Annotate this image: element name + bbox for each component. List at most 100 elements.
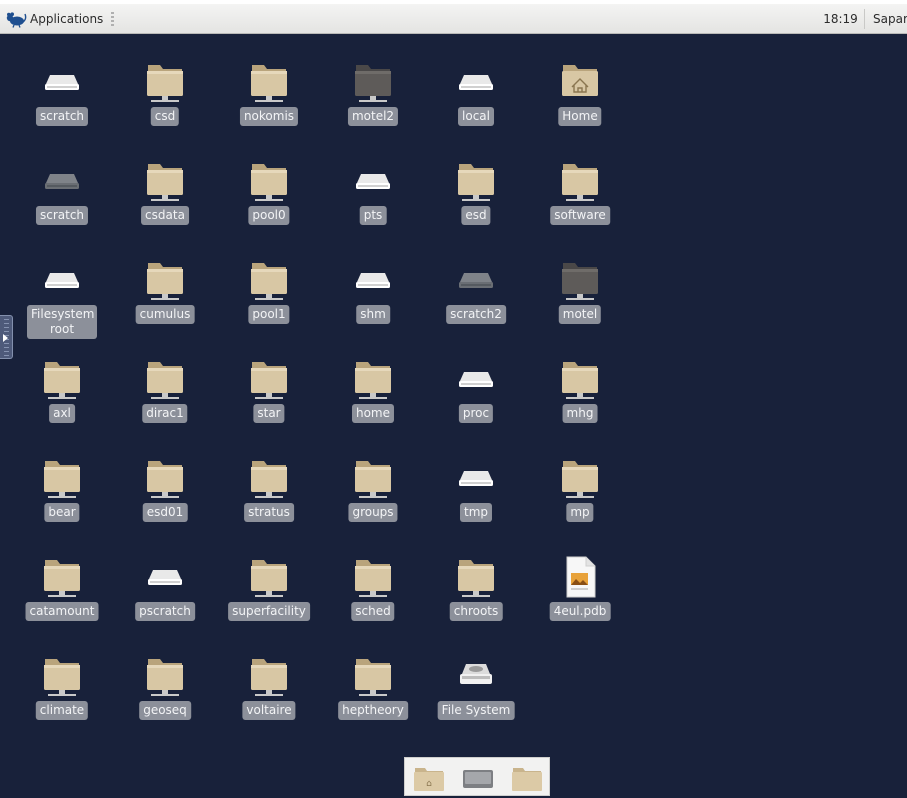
desktop-icon-label: pool0: [248, 206, 290, 225]
desktop-icon[interactable]: nokomis: [219, 60, 319, 155]
folder-icon: [40, 456, 84, 500]
desktop-icon-label: software: [550, 206, 610, 225]
panel-clock[interactable]: 18:19: [817, 9, 865, 29]
desktop-icon-label: cumulus: [135, 305, 195, 324]
folder-icon: [558, 456, 602, 500]
desktop-icon[interactable]: catamount: [12, 555, 112, 650]
desktop-icon[interactable]: proc: [426, 357, 526, 452]
desktop-icon[interactable]: axl: [12, 357, 112, 452]
applications-label: Applications: [30, 12, 104, 26]
image-file-icon: [558, 555, 602, 599]
folder-icon: [247, 456, 291, 500]
desktop-icon[interactable]: star: [219, 357, 319, 452]
expand-arrow-icon: [3, 334, 8, 342]
folder-icon: [143, 654, 187, 698]
desktop-icon-label: voltaire: [242, 701, 296, 720]
desktop-icon[interactable]: File System: [426, 654, 526, 749]
home-folder-icon: [558, 60, 602, 104]
folder-icon: [558, 357, 602, 401]
desktop-icon[interactable]: shm: [323, 258, 423, 353]
desktop-icon[interactable]: local: [426, 60, 526, 155]
folder-icon: [247, 654, 291, 698]
drive-icon: [143, 555, 187, 599]
desktop-icon-label: motel2: [347, 107, 399, 126]
desktop-icon-label: esd: [461, 206, 491, 225]
folder-icon: [512, 768, 542, 791]
desktop-icon[interactable]: scratch: [12, 60, 112, 155]
folder-icon: [351, 357, 395, 401]
desktop-icon-label: mhg: [562, 404, 598, 423]
desktop-icon[interactable]: esd01: [115, 456, 215, 551]
desktop-icon[interactable]: pscratch: [115, 555, 215, 650]
desktop-icon[interactable]: bear: [12, 456, 112, 551]
desktop-icon-label: groups: [348, 503, 398, 522]
desktop-icon-label: Filesystem root: [27, 305, 97, 339]
desktop-icon[interactable]: scratch: [12, 159, 112, 254]
dock-home-folder-button[interactable]: ⌂: [409, 762, 449, 794]
desktop-icon[interactable]: csd: [115, 60, 215, 155]
folder-icon: [143, 357, 187, 401]
desktop-icon[interactable]: esd: [426, 159, 526, 254]
desktop-icon[interactable]: groups: [323, 456, 423, 551]
desktop-icon[interactable]: dirac1: [115, 357, 215, 452]
desktop-icon-label: csd: [150, 107, 180, 126]
desktop-icon-label: axl: [49, 404, 75, 423]
desktop-icon[interactable]: scratch2: [426, 258, 526, 353]
desktop-icon[interactable]: Filesystem root: [12, 258, 112, 353]
dock-folder-button[interactable]: [507, 762, 547, 794]
desktop-icon[interactable]: 4eul.pdb: [530, 555, 630, 650]
desktop-icon[interactable]: chroots: [426, 555, 526, 650]
desktop-icon[interactable]: software: [530, 159, 630, 254]
desktop-icon-label: motel: [558, 305, 602, 324]
desktop-icon[interactable]: stratus: [219, 456, 319, 551]
drive-icon: [40, 258, 84, 302]
panel-user-menu[interactable]: Sapar: [873, 9, 907, 29]
folder-icon: [351, 654, 395, 698]
desktop-icon-label: pool1: [248, 305, 290, 324]
drive-icon: [351, 258, 395, 302]
desktop-icon[interactable]: pts: [323, 159, 423, 254]
desktop-icon[interactable]: heptheory: [323, 654, 423, 749]
desktop-icon[interactable]: pool0: [219, 159, 319, 254]
desktop-icon[interactable]: superfacility: [219, 555, 319, 650]
desktop-icon-label: local: [458, 107, 494, 126]
folder-icon: [40, 555, 84, 599]
applications-menu-button[interactable]: Applications: [5, 9, 103, 29]
desktop-icon[interactable]: geoseq: [115, 654, 215, 749]
dock-filesystem-button[interactable]: [458, 762, 498, 794]
desktop-icon[interactable]: pool1: [219, 258, 319, 353]
side-panel-handle[interactable]: [0, 315, 13, 359]
desktop-icon-label: 4eul.pdb: [549, 602, 611, 621]
folder-icon: [247, 159, 291, 203]
drive-icon: [454, 456, 498, 500]
drive-icon: [454, 258, 498, 302]
folder-icon: [143, 60, 187, 104]
desktop-icon[interactable]: mp: [530, 456, 630, 551]
top-panel: Applications 18:19 Sapar: [0, 4, 907, 34]
desktop-icon[interactable]: cumulus: [115, 258, 215, 353]
folder-icon: [40, 654, 84, 698]
desktop-icon[interactable]: voltaire: [219, 654, 319, 749]
desktop-icon[interactable]: climate: [12, 654, 112, 749]
folder-icon: [351, 555, 395, 599]
folder-icon: [143, 456, 187, 500]
folder-icon: [143, 159, 187, 203]
panel-separator: [111, 12, 114, 26]
desktop-icon-label: catamount: [25, 602, 99, 621]
desktop-icon[interactable]: csdata: [115, 159, 215, 254]
desktop-icon[interactable]: home: [323, 357, 423, 452]
desktop-icon-label: proc: [458, 404, 494, 423]
desktop-icon-label: Home: [558, 107, 602, 126]
desktop-icon-label: climate: [35, 701, 89, 720]
folder-icon: [351, 456, 395, 500]
desktop-icon[interactable]: Home: [530, 60, 630, 155]
desktop-icon[interactable]: motel: [530, 258, 630, 353]
desktop-icon[interactable]: sched: [323, 555, 423, 650]
folder-icon: [247, 258, 291, 302]
desktop-icon[interactable]: mhg: [530, 357, 630, 452]
desktop-icon[interactable]: tmp: [426, 456, 526, 551]
desktop-icon-label: star: [253, 404, 285, 423]
desktop-icon[interactable]: motel2: [323, 60, 423, 155]
drive-icon: [463, 770, 493, 788]
desktop-icon-label: mp: [566, 503, 594, 522]
